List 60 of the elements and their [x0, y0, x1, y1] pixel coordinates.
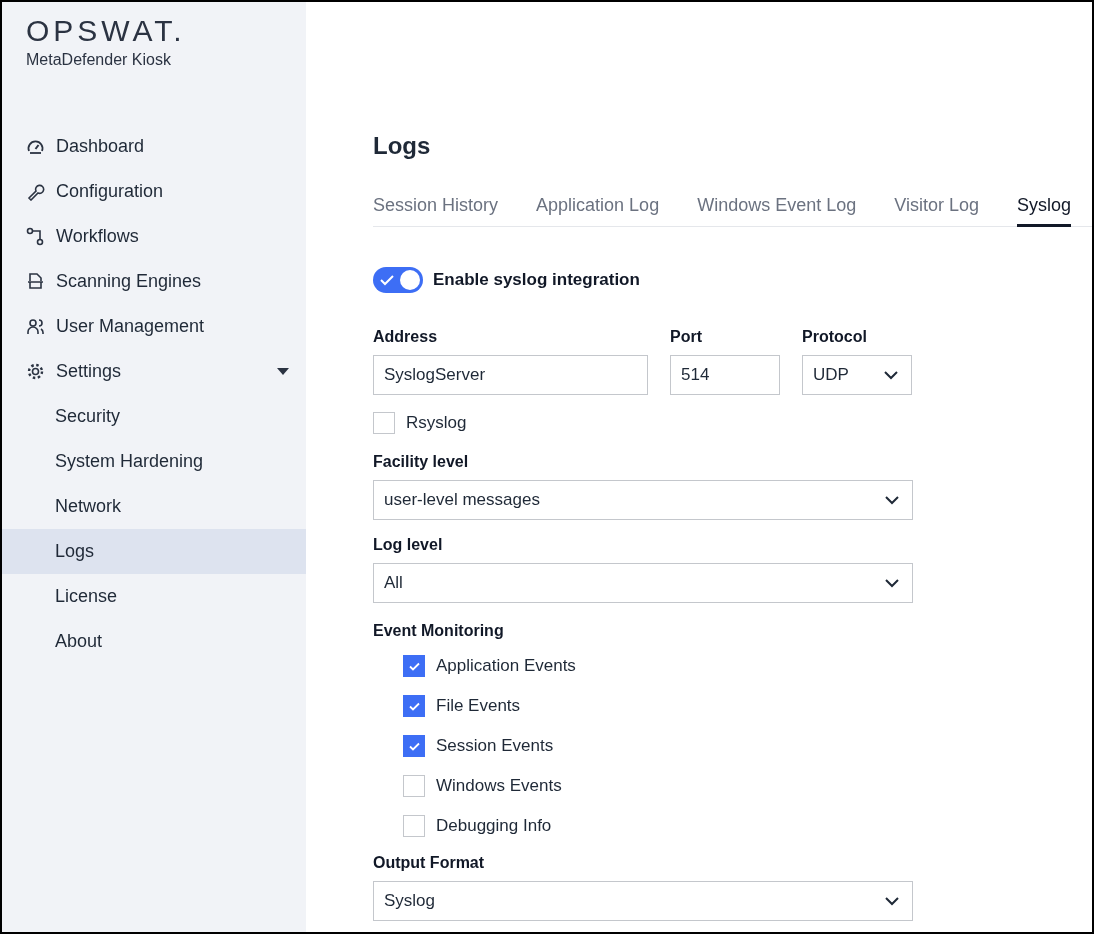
checkbox[interactable]	[403, 655, 425, 677]
dropdown[interactable]: user-level messages	[373, 480, 913, 520]
dropdown[interactable]: UDP	[802, 355, 912, 395]
settings-icon	[26, 362, 45, 381]
sidebar-item[interactable]: Security	[2, 394, 306, 439]
field-label: Address	[373, 327, 438, 347]
sidebar-item[interactable]: User Management	[2, 304, 306, 349]
sidebar-item[interactable]: About	[2, 619, 306, 664]
field-label: Output Format	[373, 853, 485, 873]
tab[interactable]: Visitor Log	[894, 194, 979, 227]
product-name: MetaDefender Kiosk	[26, 50, 171, 70]
checkbox-label: Rsyslog	[406, 413, 467, 433]
dropdown[interactable]: Syslog	[373, 881, 913, 921]
chevron-down-icon	[884, 370, 898, 380]
sidebar-item[interactable]: Configuration	[2, 169, 306, 214]
tab[interactable]: Application Log	[536, 194, 660, 227]
check-icon	[380, 273, 394, 287]
toggle-switch[interactable]	[373, 267, 423, 293]
checkbox-label: Application Events	[436, 656, 576, 676]
checkbox[interactable]	[403, 775, 425, 797]
check-icon	[408, 741, 420, 751]
field-label: Log level	[373, 535, 443, 555]
checkbox[interactable]	[373, 412, 395, 434]
chevron-down-icon	[885, 495, 899, 505]
checkbox[interactable]	[403, 815, 425, 837]
section-label: Event Monitoring	[373, 621, 504, 641]
chevron-down-icon	[885, 578, 899, 588]
dropdown[interactable]: All	[373, 563, 913, 603]
checkbox-label: Windows Events	[436, 776, 562, 796]
tab[interactable]: Windows Event Log	[697, 194, 857, 227]
sidebar-item[interactable]: System Hardening	[2, 439, 306, 484]
sidebar-item[interactable]: Settings	[2, 349, 306, 394]
sidebar-item[interactable]: Workflows	[2, 214, 306, 259]
field-label: Port	[670, 327, 702, 347]
check-icon	[408, 701, 420, 711]
sidebar-item[interactable]: Network	[2, 484, 306, 529]
field-label: Facility level	[373, 452, 469, 472]
checkbox-label: Debugging Info	[436, 816, 552, 836]
sidebar-item[interactable]: Dashboard	[2, 124, 306, 169]
input-field[interactable]: 514	[670, 355, 780, 395]
tab[interactable]: Syslog	[1016, 194, 1071, 227]
scanner-icon	[26, 272, 45, 291]
users-icon	[26, 317, 45, 336]
flow-icon	[26, 227, 45, 246]
field-label: Protocol	[802, 327, 867, 347]
chevron-down-icon	[885, 896, 899, 906]
wrench-icon	[26, 182, 45, 201]
checkbox-label: File Events	[436, 696, 521, 716]
sidebar-item[interactable]: License	[2, 574, 306, 619]
input-field[interactable]: SyslogServer	[373, 355, 648, 395]
sidebar-item[interactable]: Logs	[2, 529, 306, 574]
toggle-label: Enable syslog integration	[433, 270, 640, 290]
logo: OPSWAT.	[26, 16, 186, 46]
sidebar-item[interactable]: Scanning Engines	[2, 259, 306, 304]
checkbox[interactable]	[403, 735, 425, 757]
checkbox[interactable]	[403, 695, 425, 717]
check-icon	[408, 661, 420, 671]
page-title: Logs	[373, 132, 431, 160]
checkbox-label: Session Events	[436, 736, 554, 756]
tab[interactable]: Session History	[373, 194, 499, 227]
